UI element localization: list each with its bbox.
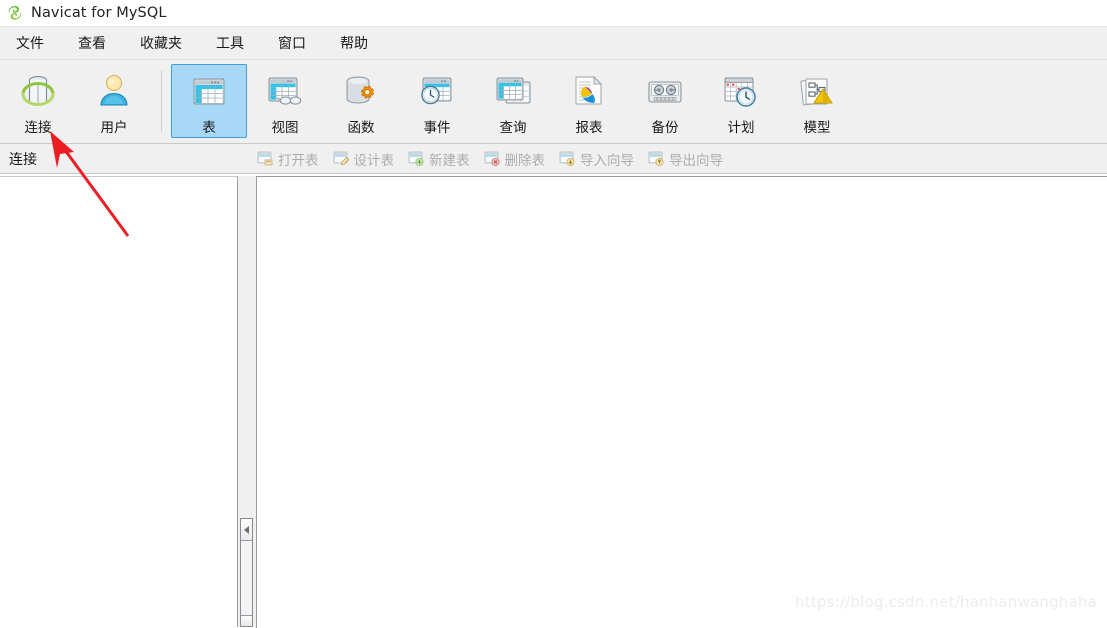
export-wizard-button[interactable]: 导出向导 [643,147,728,171]
import-wizard-icon [559,151,576,167]
workspace: https://blog.csdn.net/hanhanwanghaha [0,176,1107,628]
new-table-button[interactable]: 新建表 [403,147,475,171]
delete-table-icon [484,151,501,167]
toolbar-button-view[interactable]: 视图 [247,64,323,138]
toolbar-label-model: 模型 [803,120,831,136]
export-wizard-icon [648,151,665,167]
menu-favorites[interactable]: 收藏夹 [127,29,195,57]
open-table-button[interactable]: 打开表 [252,147,324,171]
event-clock-icon [414,70,460,114]
model-diagram-icon [794,70,840,114]
toolbar-button-schedule[interactable]: 计划 [703,64,779,138]
view-glasses-icon [262,70,308,114]
menu-tools[interactable]: 工具 [203,29,257,57]
vertical-splitter[interactable] [238,176,255,627]
toolbar-label-schedule: 计划 [727,120,755,136]
connection-tree-pane[interactable] [0,176,238,627]
toolbar-button-user[interactable]: 用户 [76,64,152,138]
menu-window[interactable]: 窗口 [265,29,319,57]
toolbar-label-report: 报表 [575,120,603,136]
menu-file[interactable]: 文件 [3,29,57,57]
design-table-label: 设计表 [353,152,395,169]
toolbar-button-model[interactable]: 模型 [779,64,855,138]
toolbar-button-table[interactable]: 表 [171,64,247,138]
menu-view[interactable]: 查看 [65,29,119,57]
title-bar: Navicat for MySQL [0,0,1107,27]
import-wizard-label: 导入向导 [580,152,634,169]
report-piechart-document-icon [566,70,612,114]
toolbar-button-report[interactable]: 报表 [551,64,627,138]
design-table-icon [333,151,350,166]
object-action-bar: 连接 打开表 设计表 新建表 删除表 导入向导 导出向导 [0,144,1107,174]
new-table-icon [408,151,425,167]
schedule-calendar-clock-icon [718,70,764,114]
user-person-icon [91,70,137,114]
toolbar-label-connection: 连接 [24,120,52,136]
menu-bar: 文件 查看 收藏夹 工具 窗口 帮助 [0,27,1107,60]
toolbar-label-table: 表 [202,120,216,136]
main-toolbar: 连接 用户 表 视图 函数 事件 查询 报表 备份 计划 模型 [0,60,1107,144]
import-wizard-button[interactable]: 导入向导 [554,147,639,171]
object-list-pane[interactable] [256,176,1107,628]
connection-cylinder-icon [15,70,61,114]
delete-table-button[interactable]: 删除表 [479,147,551,171]
toolbar-label-event: 事件 [423,120,451,136]
toolbar-button-event[interactable]: 事件 [399,64,475,138]
new-table-label: 新建表 [429,152,470,169]
toolbar-label-view: 视图 [271,120,299,136]
query-stacked-windows-icon [490,70,536,114]
toolbar-label-backup: 备份 [651,120,679,136]
table-grid-icon [186,70,232,114]
chevron-left-icon [244,525,249,534]
splitter-track[interactable] [240,518,253,627]
open-table-icon [257,151,274,166]
toolbar-button-function[interactable]: 函数 [323,64,399,138]
toolbar-button-backup[interactable]: 备份 [627,64,703,138]
window-title: Navicat for MySQL [31,5,167,21]
export-wizard-label: 导出向导 [669,152,723,169]
backup-cassette-icon [642,70,688,114]
design-table-button[interactable]: 设计表 [328,147,400,171]
menu-help[interactable]: 帮助 [327,29,381,57]
toolbar-label-function: 函数 [347,120,375,136]
function-gear-database-icon [338,70,384,114]
splitter-foot [241,615,252,626]
toolbar-button-query[interactable]: 查询 [475,64,551,138]
open-table-label: 打开表 [278,152,319,169]
toolbar-label-query: 查询 [499,120,527,136]
connections-pane-header: 连接 [9,151,37,168]
toolbar-label-user: 用户 [100,120,128,136]
navicat-leaf-logo-icon [6,4,24,22]
splitter-collapse-handle[interactable] [241,519,252,541]
toolbar-button-connection[interactable]: 连接 [0,64,76,138]
delete-table-label: 删除表 [504,152,546,169]
toolbar-separator [161,70,162,132]
